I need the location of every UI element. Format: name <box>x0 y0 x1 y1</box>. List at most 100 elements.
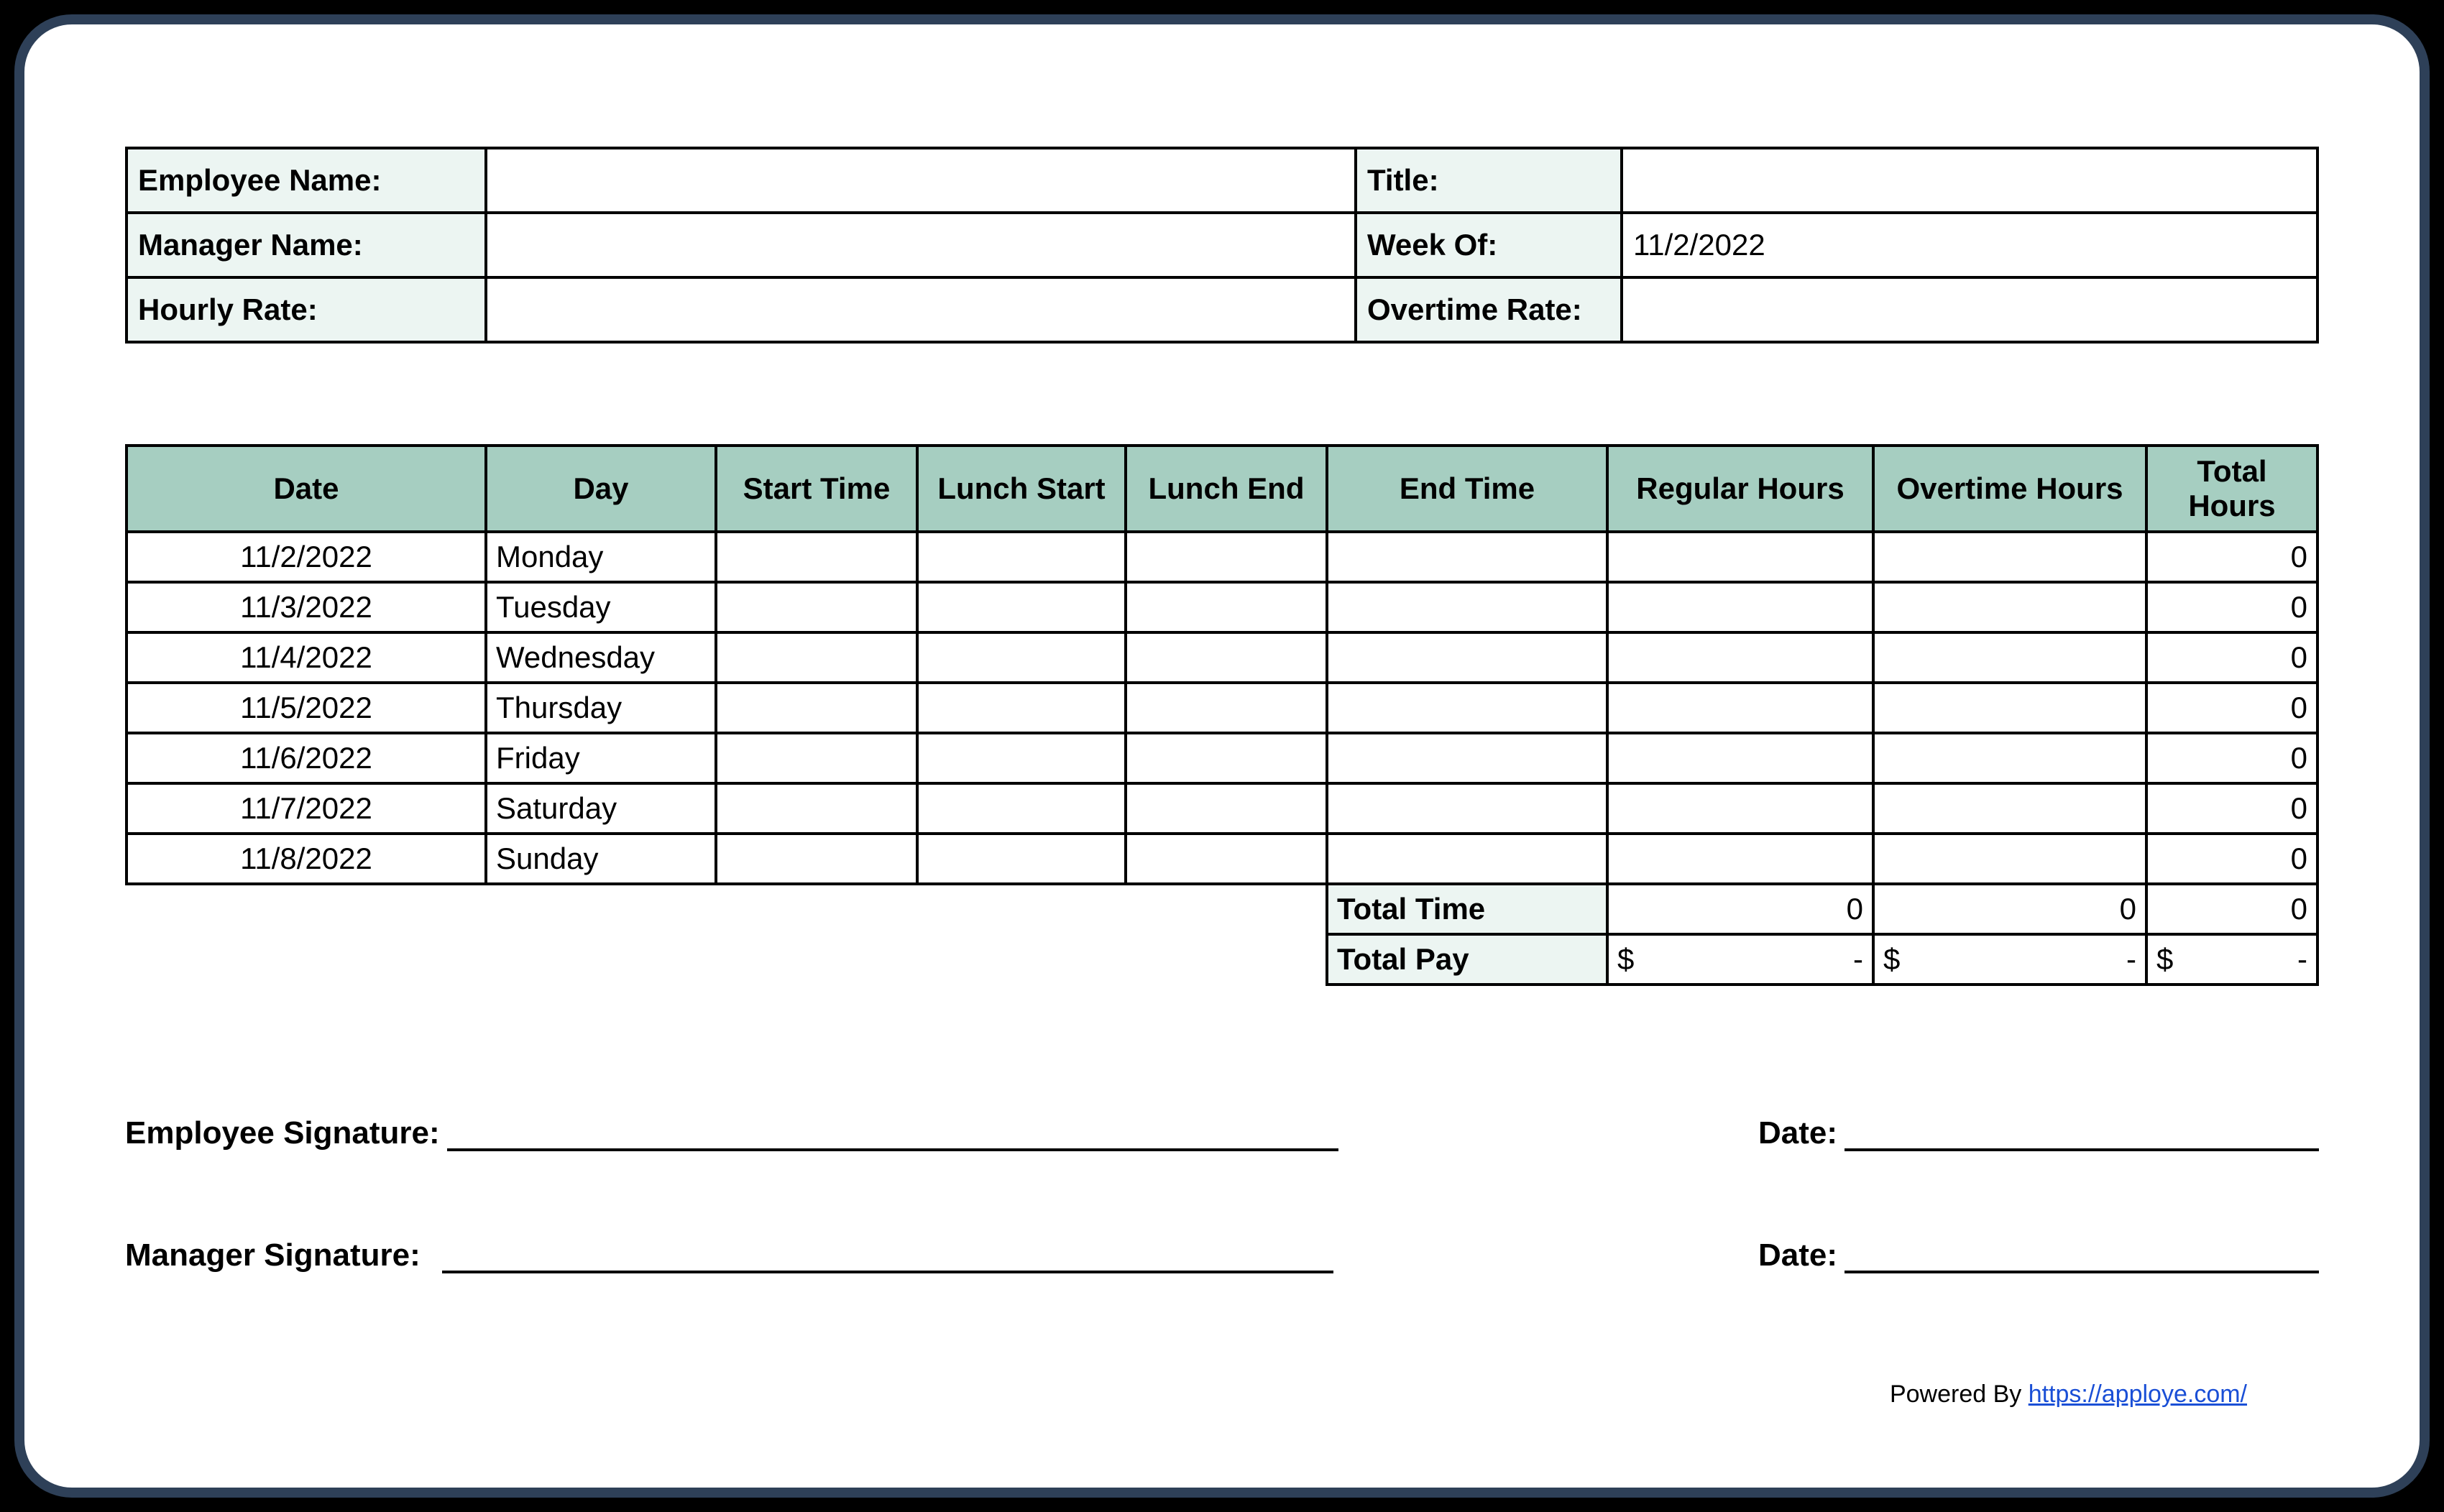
cell-day[interactable]: Sunday <box>486 834 716 884</box>
cell-overtime-hours[interactable] <box>1873 733 2146 783</box>
cell-date[interactable]: 11/6/2022 <box>127 733 486 783</box>
cell-lunch-end[interactable] <box>1126 532 1327 582</box>
cell-lunch-end[interactable] <box>1126 683 1327 733</box>
col-lunch-start: Lunch Start <box>917 446 1126 532</box>
cell-date[interactable]: 11/4/2022 <box>127 632 486 683</box>
cell-end-time[interactable] <box>1327 834 1607 884</box>
signature-area: Employee Signature: Date: Manager Signat… <box>125 1115 2319 1273</box>
cell-start-time[interactable] <box>716 632 917 683</box>
cell-date[interactable]: 11/5/2022 <box>127 683 486 733</box>
cell-end-time[interactable] <box>1327 683 1607 733</box>
cell-end-time[interactable] <box>1327 532 1607 582</box>
employee-signature-date-label: Date: <box>1758 1115 1837 1151</box>
cell-lunch-end[interactable] <box>1126 834 1327 884</box>
header-row-3: Hourly Rate: Overtime Rate: <box>127 277 2317 342</box>
manager-signature-date-line[interactable] <box>1845 1237 2319 1273</box>
cell-total-hours: 0 <box>2146 532 2317 582</box>
title-label: Title: <box>1356 148 1622 213</box>
overtime-rate-value[interactable] <box>1622 277 2317 342</box>
cell-total-hours: 0 <box>2146 582 2317 632</box>
cell-regular-hours[interactable] <box>1607 783 1873 834</box>
employee-name-value[interactable] <box>486 148 1356 213</box>
cell-end-time[interactable] <box>1327 783 1607 834</box>
cell-total-hours: 0 <box>2146 733 2317 783</box>
hourly-rate-value[interactable] <box>486 277 1356 342</box>
cell-day[interactable]: Tuesday <box>486 582 716 632</box>
cell-overtime-hours[interactable] <box>1873 532 2146 582</box>
total-pay-overtime: $- <box>1873 934 2146 985</box>
total-pay-total: $- <box>2146 934 2317 985</box>
cell-start-time[interactable] <box>716 532 917 582</box>
cell-lunch-end[interactable] <box>1126 733 1327 783</box>
cell-total-hours: 0 <box>2146 783 2317 834</box>
cell-start-time[interactable] <box>716 834 917 884</box>
cell-lunch-start[interactable] <box>917 733 1126 783</box>
table-row: 11/5/2022Thursday 0 <box>127 683 2317 733</box>
cell-lunch-end[interactable] <box>1126 783 1327 834</box>
col-day: Day <box>486 446 716 532</box>
cell-end-time[interactable] <box>1327 733 1607 783</box>
employee-name-label: Employee Name: <box>127 148 486 213</box>
cell-total-hours: 0 <box>2146 632 2317 683</box>
cell-start-time[interactable] <box>716 783 917 834</box>
total-time-regular: 0 <box>1607 884 1873 934</box>
timesheet-table: Date Day Start Time Lunch Start Lunch En… <box>125 444 2319 986</box>
table-row: 11/7/2022Saturday 0 <box>127 783 2317 834</box>
cell-overtime-hours[interactable] <box>1873 582 2146 632</box>
cell-lunch-start[interactable] <box>917 582 1126 632</box>
cell-overtime-hours[interactable] <box>1873 683 2146 733</box>
cell-total-hours: 0 <box>2146 683 2317 733</box>
col-overtime-hours: Overtime Hours <box>1873 446 2146 532</box>
footer-link[interactable]: https://apploye.com/ <box>2029 1380 2247 1408</box>
timesheet-document: Employee Name: Title: Manager Name: Week… <box>14 14 2430 1498</box>
employee-signature-line[interactable] <box>447 1115 1338 1151</box>
col-regular-hours: Regular Hours <box>1607 446 1873 532</box>
employee-signature-date-line[interactable] <box>1845 1115 2319 1151</box>
header-info-table: Employee Name: Title: Manager Name: Week… <box>125 147 2319 344</box>
cell-date[interactable]: 11/3/2022 <box>127 582 486 632</box>
cell-regular-hours[interactable] <box>1607 733 1873 783</box>
cell-regular-hours[interactable] <box>1607 683 1873 733</box>
cell-lunch-start[interactable] <box>917 834 1126 884</box>
cell-end-time[interactable] <box>1327 582 1607 632</box>
total-time-overtime: 0 <box>1873 884 2146 934</box>
cell-total-hours: 0 <box>2146 834 2317 884</box>
cell-lunch-start[interactable] <box>917 783 1126 834</box>
cell-lunch-end[interactable] <box>1126 632 1327 683</box>
cell-day[interactable]: Friday <box>486 733 716 783</box>
cell-lunch-start[interactable] <box>917 532 1126 582</box>
manager-name-value[interactable] <box>486 213 1356 277</box>
table-row: 11/8/2022Sunday 0 <box>127 834 2317 884</box>
cell-overtime-hours[interactable] <box>1873 632 2146 683</box>
cell-date[interactable]: 11/2/2022 <box>127 532 486 582</box>
week-of-value[interactable]: 11/2/2022 <box>1622 213 2317 277</box>
col-start-time: Start Time <box>716 446 917 532</box>
cell-overtime-hours[interactable] <box>1873 834 2146 884</box>
cell-day[interactable]: Monday <box>486 532 716 582</box>
cell-date[interactable]: 11/7/2022 <box>127 783 486 834</box>
cell-regular-hours[interactable] <box>1607 632 1873 683</box>
col-date: Date <box>127 446 486 532</box>
timesheet-header-row: Date Day Start Time Lunch Start Lunch En… <box>127 446 2317 532</box>
cell-end-time[interactable] <box>1327 632 1607 683</box>
cell-day[interactable]: Wednesday <box>486 632 716 683</box>
powered-by-text: Powered By <box>1890 1380 2029 1408</box>
cell-regular-hours[interactable] <box>1607 834 1873 884</box>
cell-date[interactable]: 11/8/2022 <box>127 834 486 884</box>
cell-regular-hours[interactable] <box>1607 532 1873 582</box>
cell-day[interactable]: Thursday <box>486 683 716 733</box>
title-value[interactable] <box>1622 148 2317 213</box>
cell-lunch-end[interactable] <box>1126 582 1327 632</box>
cell-lunch-start[interactable] <box>917 632 1126 683</box>
total-time-total: 0 <box>2146 884 2317 934</box>
cell-start-time[interactable] <box>716 582 917 632</box>
overtime-rate-label: Overtime Rate: <box>1356 277 1622 342</box>
manager-signature-line[interactable] <box>442 1237 1333 1273</box>
cell-start-time[interactable] <box>716 733 917 783</box>
cell-overtime-hours[interactable] <box>1873 783 2146 834</box>
cell-regular-hours[interactable] <box>1607 582 1873 632</box>
cell-day[interactable]: Saturday <box>486 783 716 834</box>
cell-lunch-start[interactable] <box>917 683 1126 733</box>
cell-start-time[interactable] <box>716 683 917 733</box>
total-time-label: Total Time <box>1327 884 1607 934</box>
